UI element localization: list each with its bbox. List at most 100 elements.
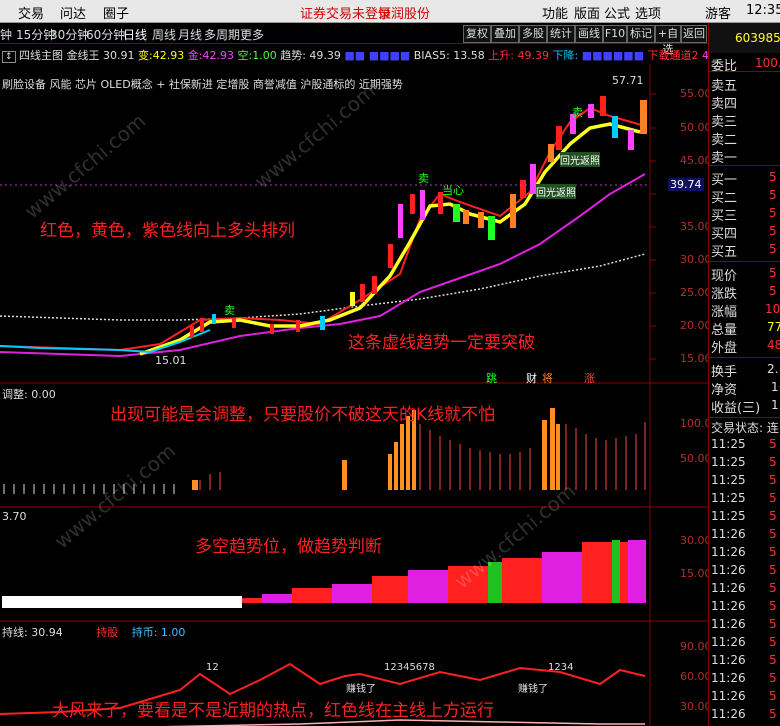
stat-turnover: 换手	[711, 365, 738, 380]
tick-time: 11:26	[711, 527, 746, 541]
tick-time: 11:26	[711, 653, 746, 667]
axis-50: 50.00	[680, 121, 712, 134]
tick-price: 5	[769, 707, 777, 721]
tick-time: 11:26	[711, 707, 746, 721]
panel4-label1: 持线: 30.94	[2, 626, 63, 639]
tick-time: 11:26	[711, 689, 746, 703]
tick-price: 5	[769, 671, 777, 685]
long-trend-dotted-line	[0, 253, 646, 321]
tick-time: 11:26	[711, 545, 746, 559]
tick-price: 5	[769, 437, 777, 451]
tick-price: 5	[769, 653, 777, 667]
tf-weekly[interactable]: 周线	[152, 26, 176, 43]
bid-2-val: 5	[769, 188, 777, 202]
axis-15: 15.00	[680, 352, 712, 365]
btn-f10[interactable]: F10	[603, 25, 627, 43]
stat-volume: 总量	[711, 323, 738, 338]
stat-change: 涨跌	[711, 287, 738, 302]
zhang-mark: 涨	[584, 372, 595, 385]
panel2-white-ticks	[3, 484, 175, 494]
panel4-earn: 赚钱了	[346, 684, 376, 695]
menu-formula[interactable]: 公式	[604, 3, 630, 22]
ask-4: 卖四	[711, 97, 738, 112]
axis-35: 35.00	[680, 220, 712, 233]
annotation-dotted-trend: 这条虚线趋势一定要突破	[348, 333, 535, 353]
btn-diejia[interactable]: 叠加	[491, 25, 519, 43]
clock: 12:35	[746, 3, 780, 18]
huiguang-mark: 回光返照	[560, 152, 600, 167]
axis-45: 45.00	[680, 154, 712, 167]
btn-tongji[interactable]: 统计	[547, 25, 575, 43]
panel4-axis-30: 30.00	[680, 700, 712, 713]
tf-monthly[interactable]: 月线	[178, 26, 202, 43]
panel4-label2: 持股	[96, 626, 119, 639]
jiang-mark: 将	[542, 372, 553, 385]
btn-huaxian[interactable]: 画线	[575, 25, 603, 43]
stock-code-box: 603985	[709, 23, 780, 53]
cai-mark: 财	[526, 372, 537, 385]
panel2-axis-50: 50.00	[680, 452, 712, 465]
tick-price: 5	[769, 635, 777, 649]
tf-min[interactable]: 钟	[0, 26, 12, 43]
bid-1-val: 5	[769, 170, 777, 184]
panel4-header: 持线: 30.94 持股 持币: 1.00	[2, 624, 185, 640]
btn-biaoji[interactable]: 标记	[627, 25, 655, 43]
btn-fuquan[interactable]: 复权	[463, 25, 491, 43]
tf-60min[interactable]: 60分钟	[86, 26, 125, 43]
tick-time: 11:26	[711, 617, 746, 631]
tf-more[interactable]: 更多	[240, 26, 264, 43]
tick-time: 11:26	[711, 635, 746, 649]
axis-30: 30.00	[680, 253, 712, 266]
menu-ask[interactable]: 问达	[60, 3, 86, 22]
tf-daily[interactable]: 日线	[123, 26, 147, 43]
panel3-axis-30: 30.00	[680, 534, 712, 547]
stat-price: 现价	[711, 269, 738, 284]
menu-trade[interactable]: 交易	[18, 3, 44, 22]
guest-label[interactable]: 游客	[705, 3, 731, 22]
tick-price: 5	[769, 581, 777, 595]
menu-options[interactable]: 选项	[635, 3, 661, 22]
tick-time: 11:25	[711, 437, 746, 451]
tick-time: 11:25	[711, 455, 746, 469]
stock-code: 603985	[735, 31, 780, 45]
tick-time: 11:25	[711, 509, 746, 523]
panel4-nums2: 12345678	[384, 662, 435, 673]
tick-time: 11:25	[711, 491, 746, 505]
panel4-axis-60: 60.00	[680, 670, 712, 683]
btn-back[interactable]: 返回	[681, 25, 707, 43]
panel3-label: 3.70	[2, 510, 27, 523]
stat-pct-val: 10	[765, 302, 780, 316]
menu-function[interactable]: 功能	[542, 3, 568, 22]
annotation-ma-alignment: 红色，黄色，紫色线向上多头排列	[40, 221, 295, 241]
axis-20: 20.00	[680, 319, 712, 332]
low-price-label: 15.01	[155, 354, 187, 367]
chart-area[interactable]: ↕ 四线主图 金线王 30.91 变:42.93 金:42.93 空:1.00 …	[0, 44, 759, 726]
weibi-value: 100.	[755, 56, 780, 70]
tick-price: 5	[769, 455, 777, 469]
axis-55: 55.00	[680, 87, 712, 100]
bid-2: 买二	[711, 191, 738, 206]
menu-layout[interactable]: 版面	[574, 3, 600, 22]
sell-mark-3: 卖	[224, 304, 235, 317]
menu-bar: 交易 问达 圈子 证券交易未登录 恒润股份 功能 版面 公式 选项 游客 12:…	[0, 0, 780, 23]
tf-30min[interactable]: 30分钟	[50, 26, 89, 43]
tick-time: 11:26	[711, 599, 746, 613]
tick-price: 5	[769, 473, 777, 487]
stat-eps-val: 1.	[771, 398, 780, 412]
tiao-mark: 跳	[486, 372, 497, 385]
bid-3-val: 5	[769, 206, 777, 220]
menu-circle[interactable]: 圈子	[103, 3, 129, 22]
timeframe-bar: 钟 15分钟 30分钟 60分钟 日线 周线 月线 多周期 更多 复权 叠加 多…	[0, 23, 708, 56]
tick-price: 5	[769, 545, 777, 559]
panel4-axis-90: 90.00	[680, 640, 712, 653]
tf-multi[interactable]: 多周期	[204, 26, 240, 43]
annotation-bull-bear: 多空趋势位，做趋势判断	[195, 537, 382, 557]
bid-4: 买四	[711, 227, 738, 242]
btn-duogu[interactable]: 多股	[519, 25, 547, 43]
stat-eps: 收益(三)	[711, 401, 761, 416]
btn-zixuan[interactable]: +自选	[655, 25, 681, 56]
tick-time: 11:26	[711, 671, 746, 685]
ask-3: 卖三	[711, 115, 738, 130]
panel2-label: 调整: 0.00	[2, 388, 56, 401]
trade-state: 交易状态: 连	[711, 421, 779, 435]
